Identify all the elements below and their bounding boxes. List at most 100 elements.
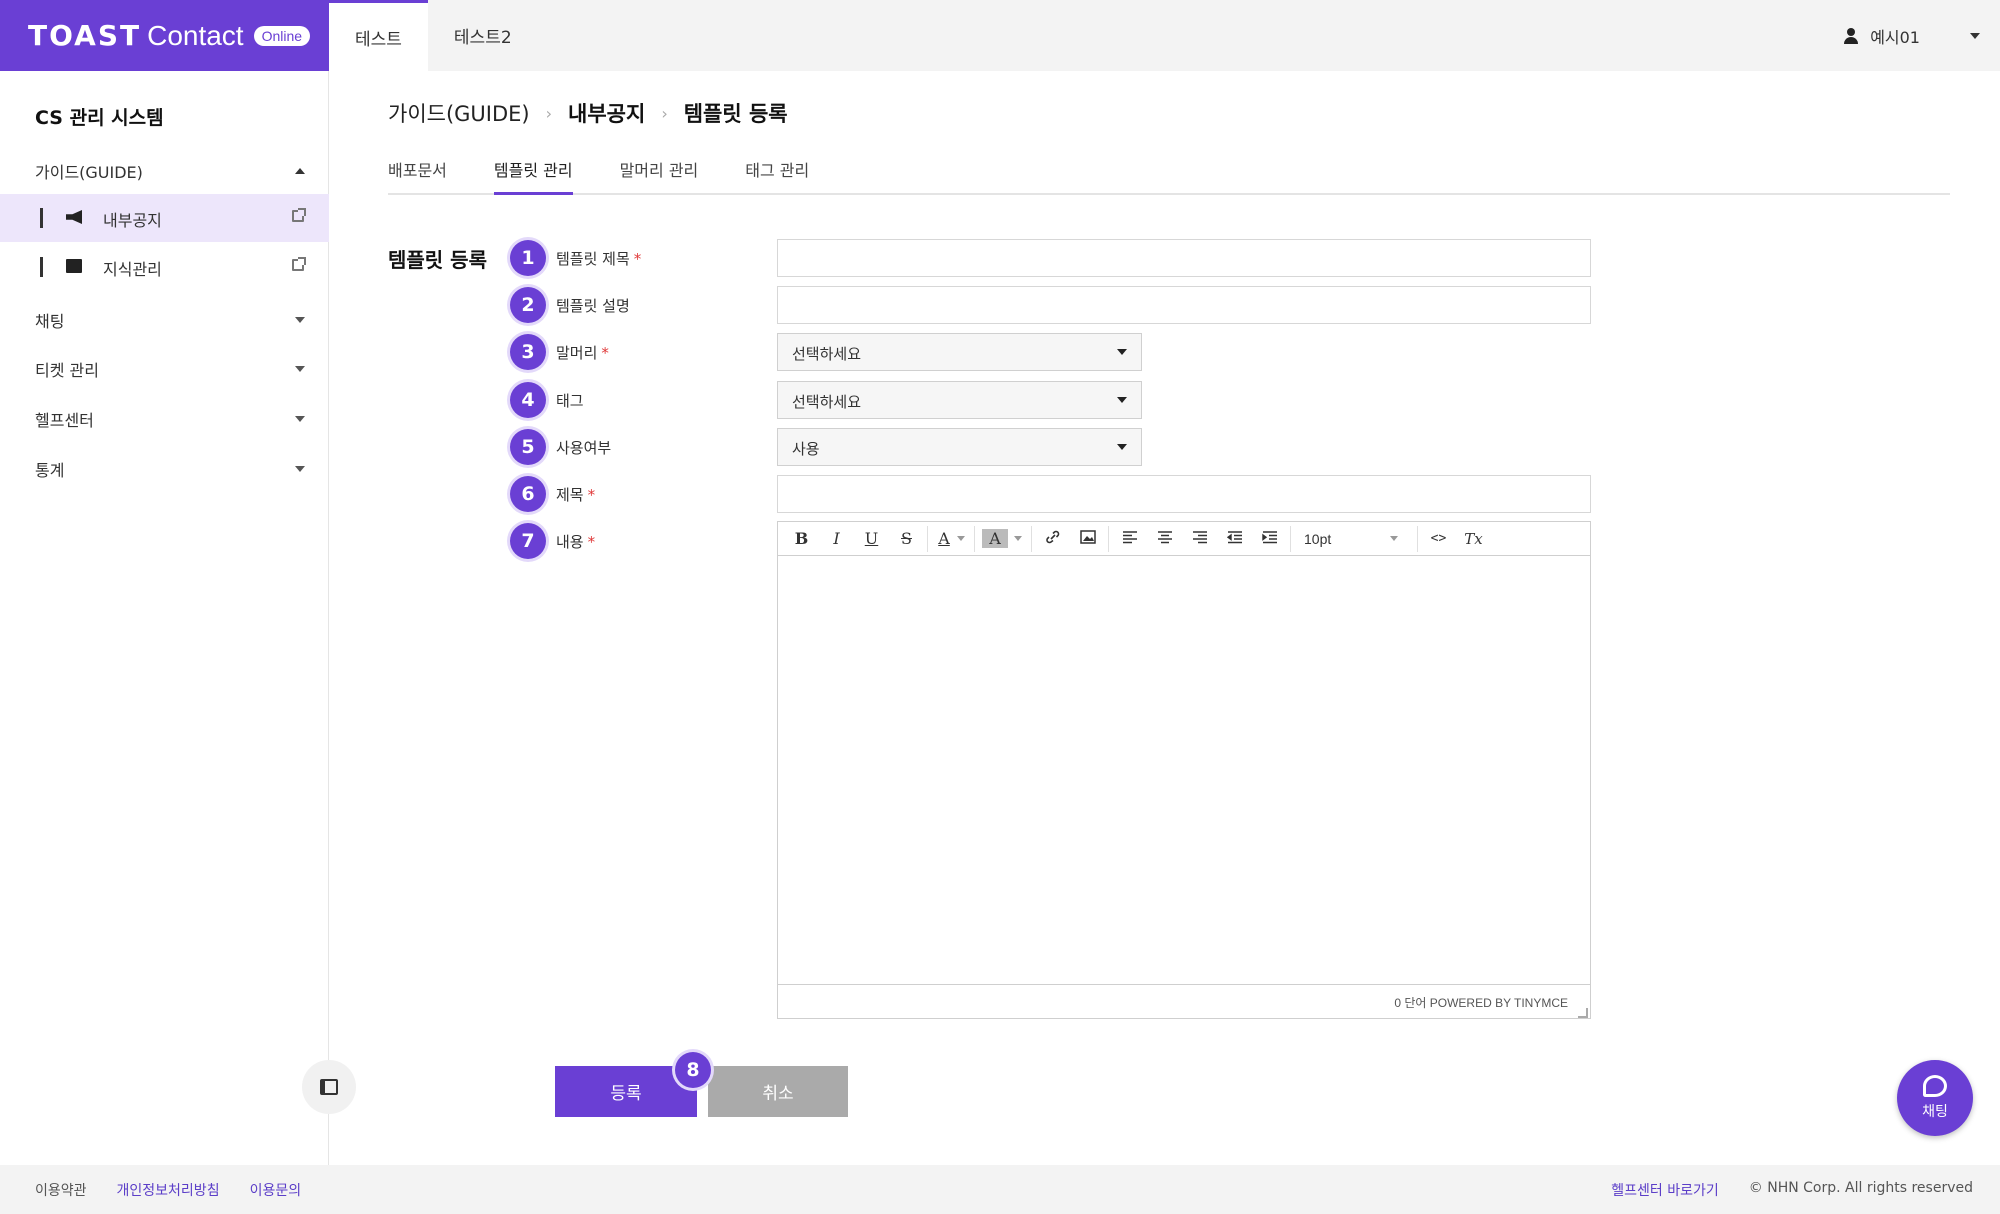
- sidebar-collapse-button[interactable]: [302, 1060, 356, 1114]
- select-value: 선택하세요: [792, 345, 862, 363]
- template-description-input[interactable]: [777, 286, 1591, 324]
- subject-input[interactable]: [777, 475, 1591, 513]
- cancel-button[interactable]: 취소: [708, 1066, 848, 1117]
- background-color-button[interactable]: A: [982, 529, 1008, 548]
- chevron-down-icon: [295, 416, 305, 422]
- breadcrumb-item[interactable]: 내부공지: [568, 98, 645, 128]
- sidebar-group-helpcenter[interactable]: 헬프센터: [35, 407, 305, 431]
- template-title-input[interactable]: [777, 239, 1591, 277]
- select-value: 선택하세요: [792, 393, 862, 411]
- tree-line: [40, 257, 43, 277]
- step-badge-1: 1: [510, 240, 546, 276]
- toolbar-divider: [927, 525, 928, 552]
- field-label-subject: 제목 *: [556, 484, 595, 505]
- indent-icon[interactable]: [1252, 529, 1287, 548]
- sidebar-item-internal-notice[interactable]: 내부공지: [0, 194, 329, 242]
- clear-format-button[interactable]: Tx: [1456, 530, 1491, 548]
- headset-icon: [1923, 1075, 1947, 1097]
- strikethrough-button[interactable]: S: [889, 529, 924, 548]
- sub-tabs: 배포문서 템플릿 관리 말머리 관리 태그 관리: [388, 155, 1950, 195]
- align-right-icon[interactable]: [1182, 529, 1217, 548]
- chat-button-label: 채팅: [1922, 1104, 1948, 1120]
- chevron-down-icon: [1117, 444, 1127, 450]
- chevron-down-icon: [1970, 32, 1980, 39]
- editor-content-area[interactable]: [778, 556, 1590, 984]
- sidebar-group-label: 통계: [35, 461, 65, 480]
- footer-inquiry-link[interactable]: 이용문의: [250, 1180, 302, 1200]
- editor-statusbar: 0 단어 POWERED BY TINYMCE: [778, 984, 1590, 1020]
- tree-line: [40, 208, 43, 228]
- step-badge-7: 7: [510, 523, 546, 559]
- sidebar-group-ticket[interactable]: 티켓 관리: [35, 357, 305, 381]
- chevron-down-icon[interactable]: [957, 536, 965, 541]
- breadcrumb-current: 템플릿 등록: [683, 102, 788, 126]
- rich-text-editor: B I U S A A 10pt <> Tx 0 단어 POWERED BY T…: [777, 521, 1591, 1019]
- underline-button[interactable]: U: [854, 529, 889, 548]
- book-icon: [66, 259, 82, 273]
- font-size-select[interactable]: 10pt: [1294, 531, 1414, 547]
- footer-copyright: © NHN Corp. All rights reserved: [1748, 1179, 1973, 1196]
- select-value: 사용: [792, 440, 820, 458]
- field-label-text: 말머리: [556, 344, 598, 362]
- footer-links: 이용약관 개인정보처리방침 이용문의: [35, 1180, 301, 1200]
- link-icon[interactable]: [1035, 529, 1070, 549]
- toolbar-divider: [1417, 525, 1418, 552]
- step-badge-3: 3: [510, 334, 546, 370]
- field-label-template-title: 템플릿 제목 *: [556, 248, 641, 269]
- image-icon[interactable]: [1070, 529, 1105, 548]
- breadcrumb-item[interactable]: 가이드(GUIDE): [388, 98, 530, 128]
- align-center-icon[interactable]: [1147, 529, 1182, 548]
- breadcrumb-separator: ›: [661, 103, 668, 123]
- editor-toolbar: B I U S A A 10pt <> Tx: [778, 522, 1590, 556]
- align-left-icon[interactable]: [1112, 529, 1147, 548]
- sidebar-group-chat[interactable]: 채팅: [35, 308, 305, 332]
- field-label-text: 템플릿 제목: [556, 250, 630, 268]
- toolbar-divider: [1290, 525, 1291, 552]
- source-code-button[interactable]: <>: [1421, 531, 1456, 546]
- text-color-button[interactable]: A: [931, 529, 957, 548]
- footer-privacy-link[interactable]: 개인정보처리방침: [117, 1180, 220, 1200]
- external-link-icon[interactable]: [292, 257, 306, 271]
- external-link-icon[interactable]: [292, 208, 306, 222]
- chat-button[interactable]: 채팅: [1897, 1060, 1973, 1136]
- sidebar-group-guide[interactable]: 가이드(GUIDE): [35, 159, 305, 183]
- sidebar-collapse-icon: [320, 1079, 338, 1095]
- sidebar: CS 관리 시스템 가이드(GUIDE) 내부공지 지식관리 채팅 티켓 관리 …: [0, 71, 329, 1165]
- chevron-down-icon[interactable]: [1014, 536, 1022, 541]
- tag-select[interactable]: 선택하세요: [777, 381, 1142, 419]
- brand-badge: Online: [253, 25, 311, 46]
- tab-template-management[interactable]: 템플릿 관리: [493, 155, 573, 195]
- toolbar-divider: [1031, 525, 1032, 552]
- footer-terms-link[interactable]: 이용약관: [35, 1180, 87, 1200]
- step-badge-4: 4: [510, 382, 546, 418]
- usage-select[interactable]: 사용: [777, 428, 1142, 466]
- field-label-text: 내용: [556, 533, 584, 551]
- bold-button[interactable]: B: [784, 529, 819, 548]
- footer-helpcenter-link[interactable]: 헬프센터 바로가기: [1611, 1180, 1719, 1200]
- prefix-select[interactable]: 선택하세요: [777, 333, 1142, 371]
- chevron-down-icon: [295, 466, 305, 472]
- toolbar-divider: [1108, 525, 1109, 552]
- breadcrumb-separator: ›: [545, 103, 553, 123]
- step-badge-2: 2: [510, 287, 546, 323]
- outdent-icon[interactable]: [1217, 529, 1252, 548]
- tab-distribution-docs[interactable]: 배포문서: [388, 155, 447, 195]
- brand-logo[interactable]: TOAST Contact Online: [0, 0, 329, 71]
- field-label-text: 태그: [556, 392, 584, 410]
- user-menu[interactable]: 예시01: [1844, 0, 1980, 71]
- chevron-up-icon: [295, 168, 305, 174]
- sidebar-group-stats[interactable]: 통계: [35, 457, 305, 481]
- footer-right: 헬프센터 바로가기 © NHN Corp. All rights reserve…: [1611, 1180, 1973, 1200]
- tab-prefix-management[interactable]: 말머리 관리: [620, 155, 699, 195]
- sidebar-group-label: 티켓 관리: [35, 361, 99, 380]
- top-tab-test2[interactable]: 테스트2: [428, 0, 538, 71]
- top-tab-test[interactable]: 테스트: [329, 0, 428, 71]
- sidebar-item-label: 내부공지: [103, 211, 162, 230]
- italic-button[interactable]: I: [819, 529, 854, 548]
- field-label-text: 제목: [556, 486, 584, 504]
- resize-handle-icon[interactable]: [1578, 1008, 1588, 1018]
- sidebar-item-label: 지식관리: [103, 260, 162, 279]
- tab-tag-management[interactable]: 태그 관리: [745, 155, 809, 195]
- user-name: 예시01: [1870, 27, 1920, 47]
- sidebar-item-knowledge[interactable]: 지식관리: [0, 243, 329, 291]
